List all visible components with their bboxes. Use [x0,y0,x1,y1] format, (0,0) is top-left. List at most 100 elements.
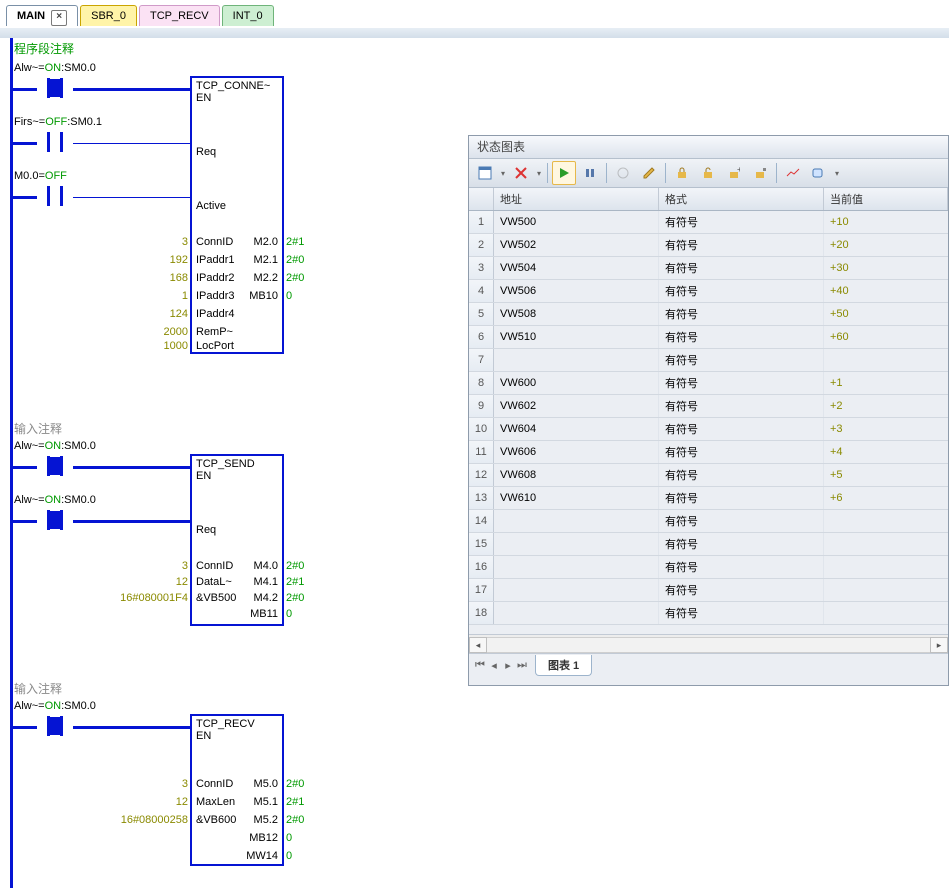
table-row[interactable]: 17有符号 [469,579,948,602]
lock-button[interactable] [670,161,694,185]
row-header-col[interactable] [469,188,494,210]
cell-address[interactable]: VW604 [494,418,659,440]
row-number[interactable]: 9 [469,395,494,417]
row-number[interactable]: 16 [469,556,494,578]
cell-current-value[interactable]: +5 [824,464,948,486]
cell-current-value[interactable]: +3 [824,418,948,440]
cell-current-value[interactable] [824,579,948,601]
cell-address[interactable]: VW608 [494,464,659,486]
cell-format[interactable]: 有符号 [659,441,824,463]
table-row[interactable]: 15有符号 [469,533,948,556]
table-row[interactable]: 5VW508有符号+50 [469,303,948,326]
pause-button[interactable] [578,161,602,185]
cell-format[interactable]: 有符号 [659,579,824,601]
prev-tab-icon[interactable]: ◂ [487,659,501,672]
row-number[interactable]: 2 [469,234,494,256]
row-number[interactable]: 4 [469,280,494,302]
col-format[interactable]: 格式 [659,188,824,210]
row-number[interactable]: 8 [469,372,494,394]
block-tcp-send[interactable]: TCP_SEND EN Req 3ConnIDM4.02#0 12DataL~M… [190,454,284,626]
table-row[interactable]: 9VW602有符号+2 [469,395,948,418]
cell-current-value[interactable]: +40 [824,280,948,302]
cell-current-value[interactable] [824,510,948,532]
block-tcp-connect[interactable]: TCP_CONNE~ EN Req Active 3ConnIDM2.02#1 … [190,76,284,354]
cell-address[interactable]: VW506 [494,280,659,302]
unlock-all-button[interactable]: + [722,161,746,185]
contact-sm01[interactable] [37,128,73,156]
row-number[interactable]: 5 [469,303,494,325]
cell-address[interactable]: VW504 [494,257,659,279]
cell-address[interactable] [494,533,659,555]
table-row[interactable]: 10VW604有符号+3 [469,418,948,441]
table-row[interactable]: 7 有符号 [469,349,948,372]
row-number[interactable]: 10 [469,418,494,440]
next-tab-icon[interactable]: ▸ [501,659,515,672]
table-row[interactable]: 4VW506有符号+40 [469,280,948,303]
contact-sm00[interactable] [37,712,73,740]
horizontal-scrollbar[interactable]: ◂ ▸ [469,634,948,653]
cell-format[interactable]: 有符号 [659,349,824,371]
row-number[interactable]: 3 [469,257,494,279]
cell-current-value[interactable]: +10 [824,211,948,233]
contact-sm00-a[interactable] [37,452,73,480]
scroll-left-icon[interactable]: ◂ [469,637,487,653]
block-tcp-recv[interactable]: TCP_RECV EN 3ConnIDM5.02#0 12MaxLenM5.12… [190,714,284,866]
cell-format[interactable]: 有符号 [659,257,824,279]
cell-address[interactable]: VW502 [494,234,659,256]
scroll-track[interactable] [469,637,948,653]
cell-address[interactable]: VW602 [494,395,659,417]
dropdown-icon[interactable]: ▾ [499,169,507,178]
cell-address[interactable]: VW600 [494,372,659,394]
cell-current-value[interactable]: +50 [824,303,948,325]
table-row[interactable]: 11VW606有符号+4 [469,441,948,464]
cell-current-value[interactable]: +1 [824,372,948,394]
table-row[interactable]: 1VW500有符号+10 [469,211,948,234]
table-row[interactable]: 6VW510有符号+60 [469,326,948,349]
contact-sm00[interactable] [37,74,73,102]
force-button[interactable] [611,161,635,185]
cell-address[interactable]: VW610 [494,487,659,509]
tab-sbr[interactable]: SBR_0 [80,5,137,26]
unlock-button[interactable] [696,161,720,185]
cell-address[interactable]: VW500 [494,211,659,233]
tab-int[interactable]: INT_0 [222,5,274,26]
table-row[interactable]: 12VW608有符号+5 [469,464,948,487]
close-icon[interactable]: × [51,10,67,26]
cell-current-value[interactable] [824,533,948,555]
col-current-value[interactable]: 当前值 [824,188,948,210]
table-row[interactable]: 14有符号 [469,510,948,533]
cell-format[interactable]: 有符号 [659,234,824,256]
tag-button[interactable] [807,161,831,185]
delete-button[interactable] [509,161,533,185]
cell-address[interactable]: VW510 [494,326,659,348]
row-number[interactable]: 12 [469,464,494,486]
cell-format[interactable]: 有符号 [659,326,824,348]
cell-format[interactable]: 有符号 [659,372,824,394]
cell-address[interactable] [494,510,659,532]
cell-current-value[interactable]: +4 [824,441,948,463]
row-number[interactable]: 7 [469,349,494,371]
cell-current-value[interactable] [824,556,948,578]
cell-current-value[interactable]: +30 [824,257,948,279]
col-address[interactable]: 地址 [494,188,659,210]
dropdown-icon[interactable]: ▾ [535,169,543,178]
cell-format[interactable]: 有符号 [659,556,824,578]
cell-format[interactable]: 有符号 [659,602,824,624]
edit-button[interactable] [637,161,661,185]
new-chart-button[interactable] [473,161,497,185]
cell-format[interactable]: 有符号 [659,303,824,325]
first-tab-icon[interactable]: ⏮ [473,659,487,672]
run-button[interactable] [552,161,576,185]
cell-format[interactable]: 有符号 [659,418,824,440]
tab-tcp-recv[interactable]: TCP_RECV [139,5,220,26]
table-row[interactable]: 3VW504有符号+30 [469,257,948,280]
cell-format[interactable]: 有符号 [659,280,824,302]
table-row[interactable]: 8VW600有符号+1 [469,372,948,395]
row-number[interactable]: 18 [469,602,494,624]
dropdown-icon[interactable]: ▾ [833,169,841,178]
cell-address[interactable] [494,579,659,601]
cell-format[interactable]: 有符号 [659,510,824,532]
row-number[interactable]: 1 [469,211,494,233]
row-number[interactable]: 6 [469,326,494,348]
cell-format[interactable]: 有符号 [659,487,824,509]
